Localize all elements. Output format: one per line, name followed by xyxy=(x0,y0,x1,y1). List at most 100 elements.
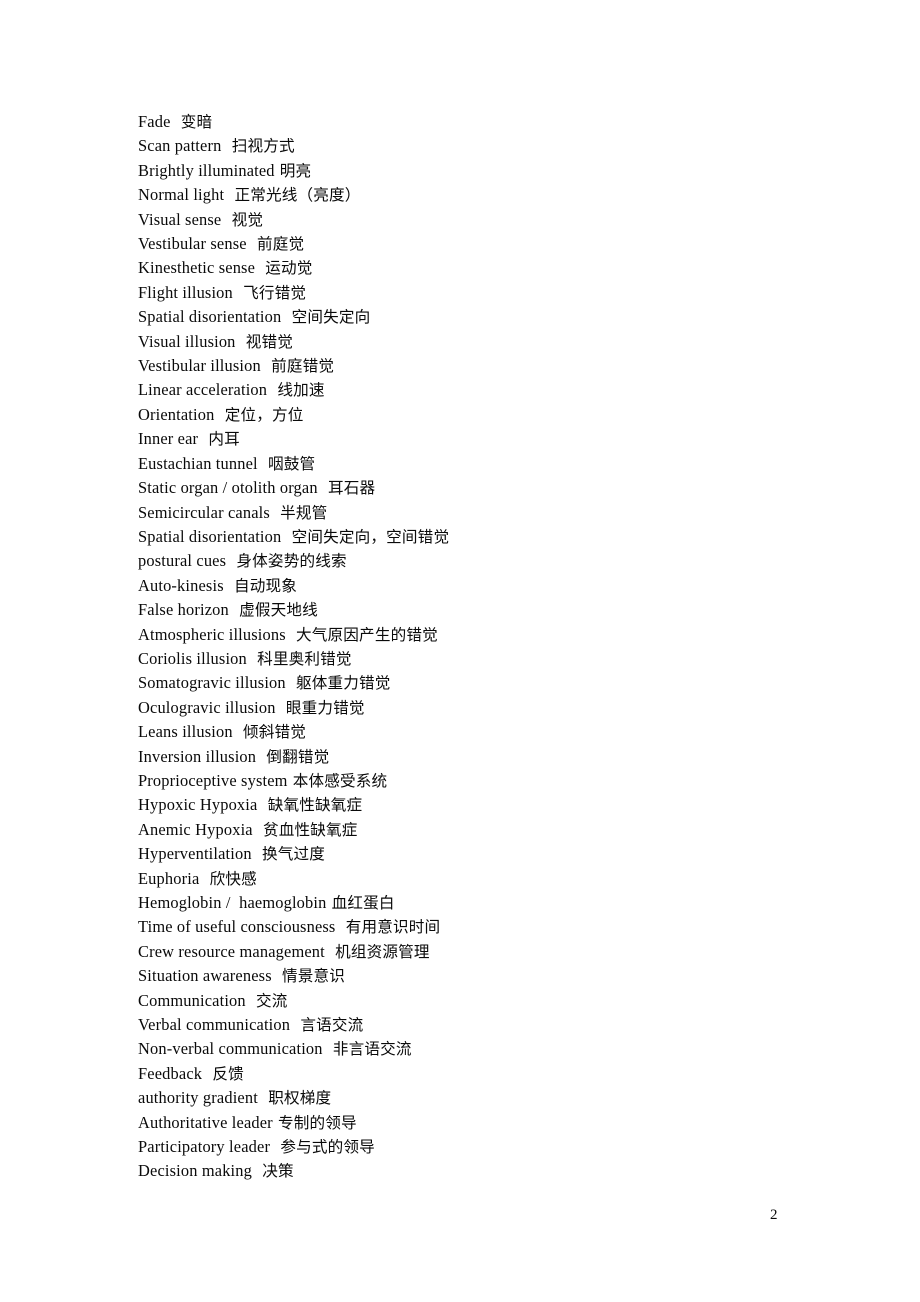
glossary-term-english: Spatial disorientation xyxy=(138,307,282,327)
glossary-entry: Participatory leader 参与式的领导 xyxy=(138,1135,798,1159)
glossary-entry: Atmospheric illusions 大气原因产生的错觉 xyxy=(138,623,798,647)
glossary-entry: postural cues 身体姿势的线索 xyxy=(138,549,798,573)
glossary-term-chinese: 虚假天地线 xyxy=(239,601,318,620)
glossary-term-english: Auto-kinesis xyxy=(138,575,224,595)
glossary-term-chinese: 视觉 xyxy=(231,210,264,229)
glossary-entry: Hypoxic Hypoxia 缺氧性缺氧症 xyxy=(138,793,798,817)
document-page: Fade 变暗 Scan pattern 扫视方式 Brightly illuminat… xyxy=(0,0,920,1302)
glossary-entry: Brightly illuminated 明亮 xyxy=(138,159,798,183)
glossary-term-english: Coriolis illusion xyxy=(138,648,247,668)
glossary-term-chinese: 贫血性缺氧症 xyxy=(262,820,358,839)
glossary-entry: Oculogravic illusion 眼重力错觉 xyxy=(138,696,798,720)
glossary-term-english: Time of useful consciousness xyxy=(138,917,336,937)
glossary-term-chinese: 倾斜错觉 xyxy=(242,723,306,742)
glossary-entry: Proprioceptive system 本体感受系统 xyxy=(138,769,798,793)
glossary-term-english: Non-verbal communication xyxy=(138,1039,323,1059)
glossary-term-english: Brightly illuminated xyxy=(138,160,275,180)
glossary-entry: Scan pattern 扫视方式 xyxy=(138,134,798,158)
glossary-entry: Inversion illusion 倒翻错觉 xyxy=(138,745,798,769)
glossary-entry: Visual sense 视觉 xyxy=(138,208,798,232)
glossary-term-chinese: 本体感受系统 xyxy=(292,771,388,790)
glossary-entry: Semicircular canals 半规管 xyxy=(138,501,798,525)
glossary-entry: Normal light 正常光线（亮度） xyxy=(138,183,798,207)
glossary-term-chinese: 机组资源管理 xyxy=(335,942,430,961)
glossary-term-chinese: 大气原因产生的错觉 xyxy=(296,625,438,644)
glossary-term-chinese: 扫视方式 xyxy=(231,137,295,156)
glossary-term-english: Euphoria xyxy=(138,868,200,888)
glossary-term-english: False horizon xyxy=(138,600,229,620)
glossary-entry: Situation awareness 情景意识 xyxy=(138,964,798,988)
glossary-term-english: Feedback xyxy=(138,1063,203,1083)
glossary-term-english: Static organ / otolith organ xyxy=(138,478,318,498)
glossary-entry: Crew resource management 机组资源管理 xyxy=(138,940,798,964)
glossary-term-english: Anemic Hypoxia xyxy=(138,819,253,839)
glossary-entry: Vestibular sense 前庭觉 xyxy=(138,232,798,256)
glossary-term-chinese: 血红蛋白 xyxy=(331,894,395,912)
glossary-term-chinese: 缺氧性缺氧症 xyxy=(267,796,363,815)
glossary-term-chinese: 欣快感 xyxy=(209,869,257,888)
glossary-term-chinese: 运动觉 xyxy=(265,259,313,278)
glossary-term-chinese: 自动现象 xyxy=(234,576,298,595)
glossary-term-chinese: 眼重力错觉 xyxy=(285,698,365,717)
glossary-term-english: Proprioceptive system xyxy=(138,770,288,790)
glossary-entry: authority gradient 职权梯度 xyxy=(138,1086,798,1110)
glossary-entry: Authoritative leader 专制的领导 xyxy=(138,1111,798,1135)
glossary-term-chinese: 反馈 xyxy=(212,1064,244,1083)
glossary-entry: Flight illusion 飞行错觉 xyxy=(138,281,798,305)
glossary-term-chinese: 明亮 xyxy=(279,161,312,180)
glossary-term-english: Decision making xyxy=(138,1161,252,1181)
glossary-term-english: Flight illusion xyxy=(138,282,233,302)
glossary-entry: Visual illusion 视错觉 xyxy=(138,330,798,354)
glossary-term-english: Linear acceleration xyxy=(138,380,268,400)
glossary-entry: Spatial disorientation 空间失定向 xyxy=(138,305,798,329)
glossary-term-chinese: 躯体重力错觉 xyxy=(296,674,391,693)
glossary-term-chinese: 定位，方位 xyxy=(224,405,304,424)
glossary-term-chinese: 空间失定向 xyxy=(291,308,371,327)
glossary-entry: Time of useful consciousness 有用意识时间 xyxy=(138,915,798,939)
glossary-entry: Leans illusion 倾斜错觉 xyxy=(138,720,798,744)
glossary-term-english: Verbal communication xyxy=(138,1015,291,1035)
glossary-term-chinese: 内耳 xyxy=(208,430,240,449)
glossary-term-english: Scan pattern xyxy=(138,136,222,156)
glossary-entry: Verbal communication 言语交流 xyxy=(138,1013,798,1037)
glossary-term-english: Visual sense xyxy=(138,209,222,229)
glossary-term-english: Semicircular canals xyxy=(138,502,270,522)
glossary-term-chinese: 身体姿势的线索 xyxy=(236,552,347,571)
glossary-entry: Coriolis illusion 科里奥利错觉 xyxy=(138,647,798,671)
glossary-entry: Somatogravic illusion 躯体重力错觉 xyxy=(138,671,798,695)
glossary-entry: Orientation 定位，方位 xyxy=(138,403,798,427)
glossary-term-chinese: 变暗 xyxy=(180,113,213,131)
glossary-term-chinese: 空间失定向，空间错觉 xyxy=(291,527,450,546)
glossary-entry: False horizon 虚假天地线 xyxy=(138,598,798,622)
glossary-term-english: Situation awareness xyxy=(138,966,272,986)
glossary-term-chinese: 换气过度 xyxy=(261,845,325,864)
glossary-entry: Static organ / otolith organ 耳石器 xyxy=(138,476,798,500)
glossary-term-chinese: 耳石器 xyxy=(327,479,376,498)
glossary-term-english: Hyperventilation xyxy=(138,844,252,864)
glossary-term-english: Normal light xyxy=(138,185,225,205)
glossary-term-chinese: 前庭觉 xyxy=(256,235,305,254)
glossary-entry: Vestibular illusion 前庭错觉 xyxy=(138,354,798,378)
glossary-entry: Auto-kinesis 自动现象 xyxy=(138,574,798,598)
glossary-term-chinese: 交流 xyxy=(256,991,288,1010)
glossary-term-chinese: 职权梯度 xyxy=(268,1089,332,1108)
glossary-term-english: Spatial disorientation xyxy=(138,526,282,546)
glossary-term-chinese: 言语交流 xyxy=(300,1016,364,1035)
glossary-term-english: Inner ear xyxy=(138,429,199,449)
glossary-term-english: Hemoglobin / haemoglobin xyxy=(138,893,327,912)
glossary-term-chinese: 视错觉 xyxy=(245,332,294,351)
glossary-term-english: Participatory leader xyxy=(138,1137,271,1157)
glossary-entry: Fade 变暗 xyxy=(138,110,798,134)
glossary-term-english: Authoritative leader xyxy=(138,1112,273,1132)
glossary-entry: Anemic Hypoxia 贫血性缺氧症 xyxy=(138,818,798,842)
glossary-term-chinese: 情景意识 xyxy=(282,967,346,986)
glossary-term-chinese: 咽鼓管 xyxy=(268,454,316,473)
glossary-term-english: Oculogravic illusion xyxy=(138,697,276,717)
glossary-term-english: postural cues xyxy=(138,551,227,571)
glossary-term-english: Communication xyxy=(138,990,246,1010)
glossary-term-english: Vestibular sense xyxy=(138,234,247,254)
glossary-term-english: Atmospheric illusions xyxy=(138,624,286,644)
glossary-term-list: Fade 变暗 Scan pattern 扫视方式 Brightly illuminat… xyxy=(138,110,798,1184)
glossary-entry: Euphoria 欣快感 xyxy=(138,867,798,891)
glossary-term-chinese: 前庭错觉 xyxy=(271,357,335,376)
